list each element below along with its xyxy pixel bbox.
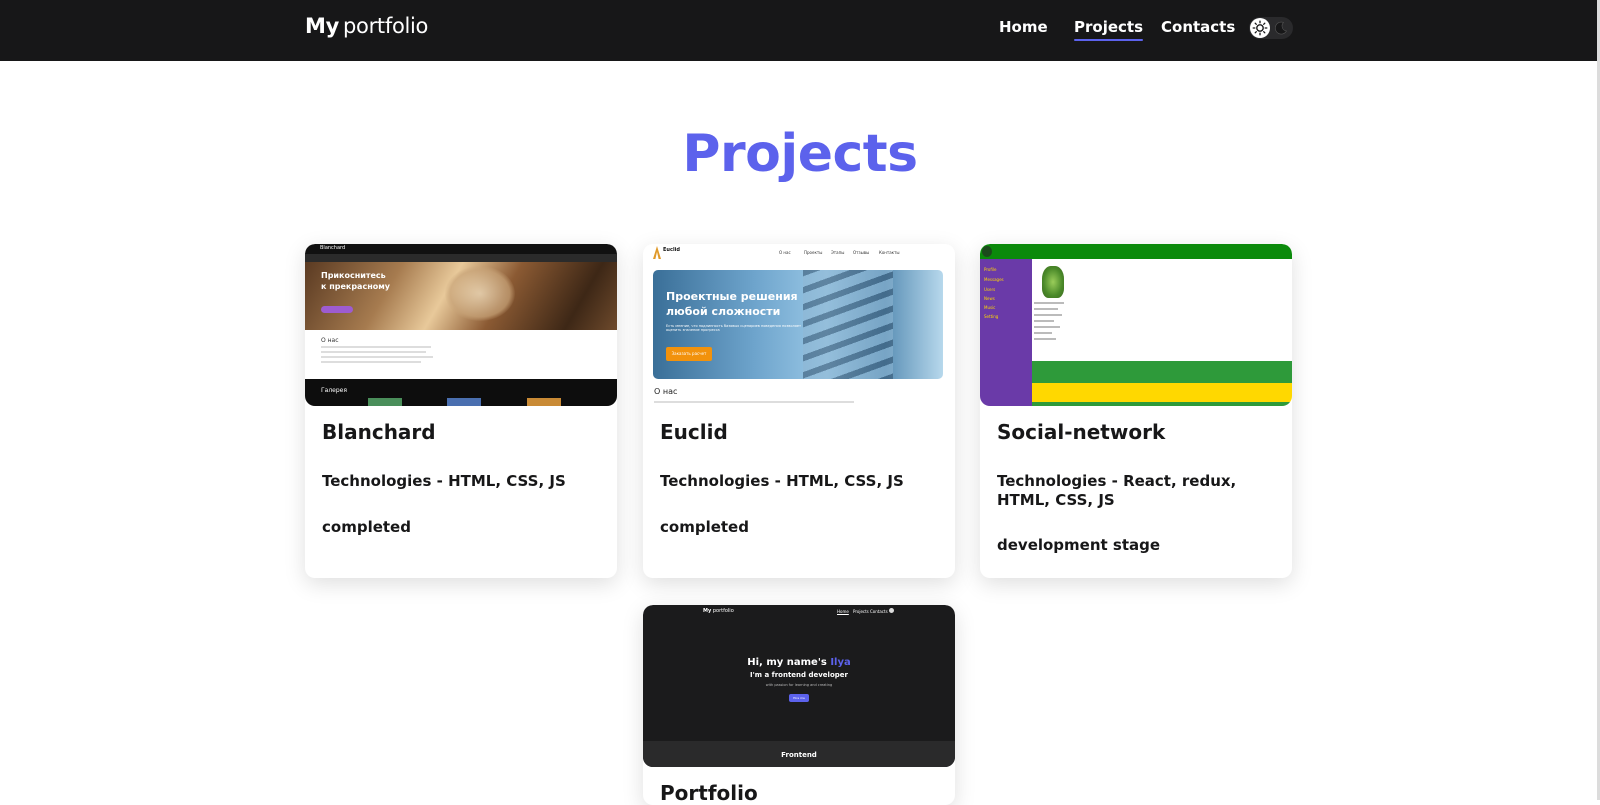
theme-toggle[interactable] [1249,17,1293,39]
project-technologies: Technologies - HTML, CSS, JS [322,472,566,490]
project-preview-image: Euclid О нас Проекты Этапы Отзывы Контак… [643,244,955,406]
project-card-blanchard[interactable]: Blanchard Прикоснитесь к прекрасному О н… [305,244,617,578]
project-technologies: Technologies - HTML, CSS, JS [660,472,904,490]
project-technologies: Technologies - React, redux, HTML, CSS, … [997,472,1237,509]
project-title: Social-network [997,420,1166,444]
nav-home[interactable]: Home [999,18,1048,36]
site-header: My portfolio Home Projects Contacts [0,0,1600,61]
page-title: Projects [682,124,918,184]
project-status: completed [322,518,411,536]
moon-icon [1274,21,1287,35]
sun-icon [1250,18,1270,38]
project-status: development stage [997,536,1161,554]
project-preview-image: Profile Messages Users News Music Settin… [980,244,1292,406]
project-card-social-network[interactable]: Profile Messages Users News Music Settin… [980,244,1292,578]
project-preview-image: Blanchard Прикоснитесь к прекрасному О н… [305,244,617,406]
project-status: completed [660,518,749,536]
project-preview-image: My portfolio Home Projects Contacts Hi, … [643,605,955,767]
project-title: Blanchard [322,420,436,444]
nav-contacts[interactable]: Contacts [1161,18,1235,36]
project-title: Portfolio [660,781,758,805]
project-title: Euclid [660,420,728,444]
project-card-euclid[interactable]: Euclid О нас Проекты Этапы Отзывы Контак… [643,244,955,578]
nav-projects[interactable]: Projects [1074,18,1144,41]
site-logo[interactable]: My portfolio [305,14,428,38]
project-card-portfolio[interactable]: My portfolio Home Projects Contacts Hi, … [643,605,955,805]
